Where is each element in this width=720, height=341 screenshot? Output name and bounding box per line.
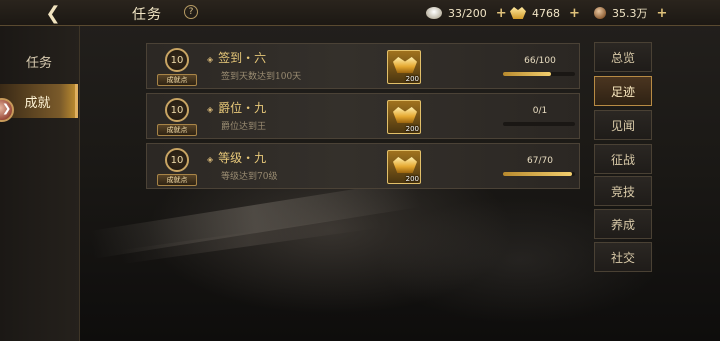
progress-bar — [503, 122, 575, 126]
resource-gold: 4768 + — [510, 4, 581, 22]
add-coin-button[interactable]: + — [656, 7, 669, 20]
back-button[interactable]: ❮ — [36, 2, 70, 24]
category-battle[interactable]: 征战 — [594, 144, 652, 174]
add-silver-button[interactable]: + — [495, 7, 508, 20]
category-label: 见闻 — [610, 118, 635, 133]
tab-achievements-label: 成就 — [24, 95, 51, 111]
achievement-points-badge: 10 成就点 — [157, 148, 199, 186]
points-value: 10 — [165, 48, 189, 72]
add-gold-button[interactable]: + — [568, 7, 581, 20]
achievement-desc: 爵位达到王 — [221, 122, 267, 132]
resource-coin-value: 35.3万 — [612, 7, 648, 20]
achievement-desc: 签到天数达到100天 — [221, 72, 302, 82]
progress-text: 66/100 — [524, 56, 556, 66]
resource-gold-value: 4768 — [532, 6, 560, 20]
achievement-name: ◈ 等级・九 — [207, 151, 267, 165]
achievement-name: ◈ 签到・六 — [207, 51, 267, 65]
tab-tasks[interactable]: 任务 — [0, 44, 78, 78]
category-label: 社交 — [610, 250, 635, 265]
page-title: 任务 — [132, 7, 162, 23]
category-arena[interactable]: 竞技 — [594, 176, 652, 206]
back-arrow-icon: ❮ — [45, 2, 61, 24]
resource-silver-value: 33/200 — [448, 6, 487, 20]
category-social[interactable]: 社交 — [594, 242, 652, 272]
help-icon[interactable]: ? — [184, 5, 198, 19]
points-label: 成就点 — [157, 174, 197, 186]
points-label: 成就点 — [157, 74, 197, 86]
progress-fill — [503, 72, 551, 76]
category-label: 总览 — [610, 50, 635, 65]
resource-coin: 35.3万 + — [594, 4, 669, 22]
gold-ingot-icon — [393, 157, 417, 173]
achievement-row[interactable]: 10 成就点 ◈ 等级・九 等级达到70级 200 67/70 — [146, 143, 580, 189]
achievement-points-badge: 10 成就点 — [157, 48, 199, 86]
achievement-row[interactable]: 10 成就点 ◈ 爵位・九 爵位达到王 200 0/1 — [146, 93, 580, 139]
gold-ingot-icon — [393, 57, 417, 73]
achievement-name: ◈ 爵位・九 — [207, 101, 267, 115]
achievement-points-badge: 10 成就点 — [157, 98, 199, 136]
reward-item[interactable]: 200 — [387, 150, 421, 184]
category-footprints[interactable]: 足迹 — [594, 76, 652, 106]
category-experiences[interactable]: 见闻 — [594, 110, 652, 140]
category-label: 养成 — [610, 217, 635, 232]
category-growth[interactable]: 养成 — [594, 209, 652, 239]
category-label: 竞技 — [610, 184, 635, 199]
reward-item[interactable]: 200 — [387, 100, 421, 134]
copper-coin-icon — [594, 7, 606, 19]
top-bar: ❮ 任务 ? 33/200 + 4768 + 35.3万 + — [0, 0, 720, 26]
points-label: 成就点 — [157, 124, 197, 136]
gold-ingot-icon — [510, 7, 526, 19]
progress-bar — [503, 72, 575, 76]
reward-count: 200 — [405, 75, 419, 83]
progress-bar — [503, 172, 575, 176]
reward-count: 200 — [405, 125, 419, 133]
points-value: 10 — [165, 148, 189, 172]
progress-text: 0/1 — [532, 106, 548, 116]
category-label: 征战 — [610, 152, 635, 167]
diamond-icon: ◈ — [207, 55, 214, 64]
progress-fill — [503, 172, 572, 176]
reward-item[interactable]: 200 — [387, 50, 421, 84]
resource-silver: 33/200 + — [426, 4, 508, 22]
gold-ingot-icon — [393, 107, 417, 123]
progress-text: 67/70 — [527, 156, 553, 166]
silver-ingot-icon — [426, 7, 442, 19]
diamond-icon: ◈ — [207, 155, 214, 164]
achievement-row[interactable]: 10 成就点 ◈ 签到・六 签到天数达到100天 200 66/100 — [146, 43, 580, 89]
tab-tasks-label: 任务 — [25, 55, 52, 71]
chevron-right-icon: ❯ — [2, 102, 12, 115]
reward-count: 200 — [405, 175, 419, 183]
achievement-desc: 等级达到70级 — [221, 172, 278, 182]
diamond-icon: ◈ — [207, 105, 214, 114]
points-value: 10 — [165, 98, 189, 122]
category-label: 足迹 — [610, 84, 635, 99]
category-overview[interactable]: 总览 — [594, 42, 652, 72]
